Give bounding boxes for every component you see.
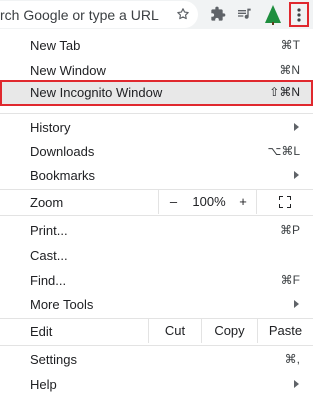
menu-item-label: Edit xyxy=(30,324,53,339)
menu-item-find[interactable]: Find... ⌘F xyxy=(0,268,313,292)
menu-item-label: New Incognito Window xyxy=(30,85,163,100)
menu-divider xyxy=(0,345,313,346)
menu-item-label: History xyxy=(30,120,71,135)
chevron-right-icon xyxy=(294,300,299,308)
menu-item-label: Downloads xyxy=(30,144,95,159)
menu-item-shortcut: ⌘P xyxy=(279,223,300,237)
menu-item-new-tab[interactable]: New Tab ⌘T xyxy=(0,33,313,57)
menu-item-label: Cast... xyxy=(30,248,68,263)
menu-divider xyxy=(0,113,313,114)
menu-item-label: New Window xyxy=(30,63,106,78)
cut-button[interactable]: Cut xyxy=(148,319,201,343)
menu-item-shortcut: ⇧⌘N xyxy=(269,85,300,99)
menu-item-label: Help xyxy=(30,377,57,392)
copy-button[interactable]: Copy xyxy=(201,319,257,343)
menu-item-cast[interactable]: Cast... xyxy=(0,243,313,267)
browser-toolbar: rch Google or type a URL xyxy=(0,0,313,29)
menu-item-label: Zoom xyxy=(30,195,64,210)
menu-item-new-window[interactable]: New Window ⌘N xyxy=(0,58,313,82)
menu-item-help[interactable]: Help xyxy=(0,372,313,396)
menu-item-label: Bookmarks xyxy=(30,168,96,183)
menu-item-label: Find... xyxy=(30,273,67,288)
menu-item-history[interactable]: History xyxy=(0,115,313,139)
zoom-out-button[interactable]: – xyxy=(158,190,188,214)
menu-item-label: Settings xyxy=(30,352,77,367)
star-icon[interactable] xyxy=(176,7,190,26)
chevron-right-icon xyxy=(294,171,299,179)
menu-item-shortcut: ⌥⌘L xyxy=(267,144,300,158)
menu-item-label: More Tools xyxy=(30,297,94,312)
omnibox-placeholder[interactable]: rch Google or type a URL xyxy=(0,7,159,23)
menu-item-shortcut: ⌘, xyxy=(284,352,300,366)
menu-divider xyxy=(0,215,313,216)
fullscreen-icon[interactable] xyxy=(256,190,313,214)
paste-button[interactable]: Paste xyxy=(257,319,313,343)
menu-item-shortcut: ⌘N xyxy=(279,63,300,77)
tree-icon[interactable] xyxy=(264,4,282,31)
chevron-right-icon xyxy=(294,380,299,388)
menu-row-zoom: Zoom – 100% + xyxy=(0,190,313,214)
chevron-right-icon xyxy=(294,123,299,131)
zoom-level: 100% xyxy=(192,194,226,209)
menu-item-print[interactable]: Print... ⌘P xyxy=(0,218,313,242)
menu-item-settings[interactable]: Settings ⌘, xyxy=(0,347,313,371)
puzzle-icon[interactable] xyxy=(210,6,226,27)
menu-row-edit: Edit Cut Copy Paste xyxy=(0,319,313,343)
zoom-in-button[interactable]: + xyxy=(230,190,256,214)
omnibox[interactable]: rch Google or type a URL xyxy=(0,1,198,28)
menu-item-shortcut: ⌘F xyxy=(280,273,300,287)
playlist-icon[interactable] xyxy=(236,6,252,27)
menu-item-label: Print... xyxy=(30,223,68,238)
menu-item-more-tools[interactable]: More Tools xyxy=(0,292,313,316)
menu-item-label: New Tab xyxy=(30,38,81,53)
chrome-menu: New Tab ⌘T New Window ⌘N New Incognito W… xyxy=(0,29,313,400)
menu-item-new-incognito-window[interactable]: New Incognito Window ⇧⌘N xyxy=(0,80,313,106)
more-vertical-icon[interactable] xyxy=(289,2,309,27)
menu-item-bookmarks[interactable]: Bookmarks xyxy=(0,163,313,187)
menu-item-shortcut: ⌘T xyxy=(280,38,300,52)
menu-item-downloads[interactable]: Downloads ⌥⌘L xyxy=(0,139,313,163)
